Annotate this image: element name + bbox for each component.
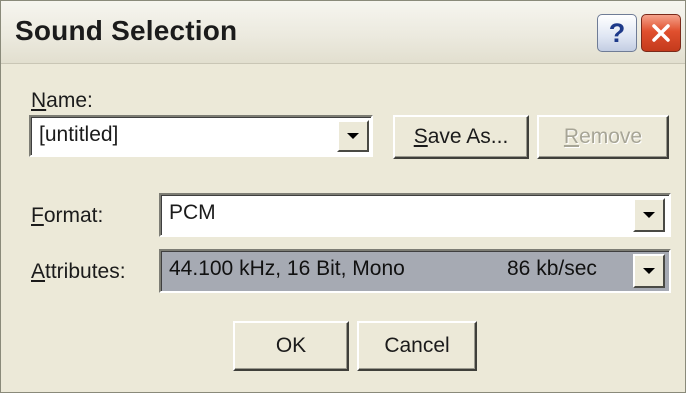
chevron-down-icon: [347, 133, 359, 139]
remove-button[interactable]: Remove: [537, 115, 669, 159]
close-icon: [652, 24, 670, 42]
format-label: Format:: [31, 204, 104, 227]
chevron-down-icon: [643, 212, 655, 218]
remove-label: Remove: [563, 125, 643, 148]
name-label: Name:: [31, 89, 93, 112]
name-combobox[interactable]: [untitled]: [29, 115, 373, 157]
close-button[interactable]: [641, 14, 681, 52]
save-as-label: Save As...: [413, 125, 509, 148]
sound-selection-dialog: Sound Selection ? Name: [untitled] Save …: [0, 0, 686, 393]
help-icon: ?: [608, 17, 626, 48]
format-value: PCM: [169, 201, 216, 224]
attributes-label: Attributes:: [31, 260, 126, 283]
format-combobox[interactable]: PCM: [159, 193, 671, 237]
help-button[interactable]: ?: [597, 14, 637, 52]
attributes-rate: 86 kb/sec: [507, 257, 597, 280]
name-dropdown-button[interactable]: [337, 120, 369, 152]
format-dropdown-button[interactable]: [633, 198, 665, 232]
chevron-down-icon: [643, 268, 655, 274]
cancel-button[interactable]: Cancel: [357, 321, 477, 371]
attributes-dropdown-button[interactable]: [633, 254, 665, 288]
attributes-value: 44.100 kHz, 16 Bit, Mono: [169, 257, 405, 280]
name-value: [untitled]: [39, 123, 119, 146]
ok-button[interactable]: OK: [233, 321, 349, 371]
attributes-combobox[interactable]: 44.100 kHz, 16 Bit, Mono 86 kb/sec: [159, 249, 671, 293]
window-title: Sound Selection: [15, 15, 238, 46]
title-bar[interactable]: Sound Selection ?: [1, 1, 685, 64]
save-as-button[interactable]: Save As...: [393, 115, 529, 159]
